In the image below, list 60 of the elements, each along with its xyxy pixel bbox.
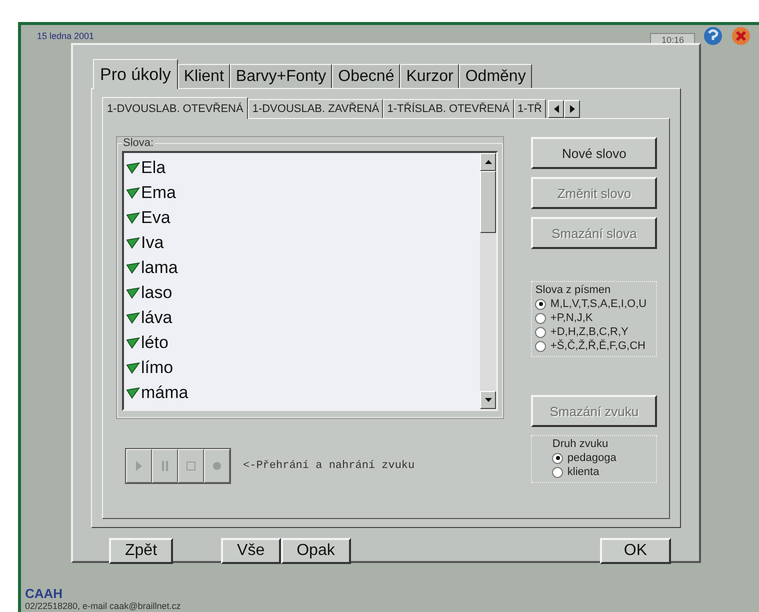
tab[interactable]: 1-TŘÍSLAB. OTEVŘENÁ xyxy=(383,99,514,118)
record-icon xyxy=(212,461,222,471)
back-button[interactable]: Zpět xyxy=(109,538,174,564)
all-button[interactable]: Vše xyxy=(221,538,281,564)
group-label: Slova z písmen xyxy=(535,284,612,296)
contact-text: 02/22518280, e-mail caak@braillnet.cz xyxy=(25,601,182,611)
radio-option[interactable]: +P,N,J,K xyxy=(535,312,653,324)
ok-button[interactable]: OK xyxy=(600,538,671,564)
tab[interactable]: Pro úkoly xyxy=(93,59,178,89)
down-arrow-icon xyxy=(484,398,492,402)
tab[interactable]: Barvy+Fonty xyxy=(230,64,332,88)
radio-option[interactable]: klienta xyxy=(552,466,653,478)
radio-option[interactable]: +Š,Č,Ž,Ř,Ě,F,G,CH xyxy=(535,340,653,352)
tab[interactable]: Obecné xyxy=(332,64,400,88)
radio-option[interactable]: pedagoga xyxy=(552,452,653,464)
word-item[interactable]: láva xyxy=(141,308,172,328)
radio-button[interactable] xyxy=(552,452,564,464)
radio-button[interactable] xyxy=(535,298,546,310)
tab[interactable]: Klient xyxy=(178,64,230,88)
word-item[interactable]: léto xyxy=(141,332,168,352)
brand-text: CAAH xyxy=(25,586,64,601)
pause-icon xyxy=(161,461,169,471)
word-item[interactable]: máma xyxy=(141,382,188,402)
word-button[interactable]: Nové slovo xyxy=(531,137,657,169)
group-label: Slova: xyxy=(122,137,155,149)
tab[interactable]: Kurzor xyxy=(400,64,460,88)
right-arrow-icon xyxy=(570,105,574,113)
tab[interactable]: 1-DVOUSLAB. OTEVŘENÁ xyxy=(102,97,248,119)
word-item[interactable]: Iva xyxy=(141,232,164,252)
word-item[interactable]: límo xyxy=(141,358,174,378)
help-icon[interactable] xyxy=(703,26,723,46)
word-item[interactable]: laso xyxy=(141,282,172,302)
media-label: <-Přehrání a nahrání zvuku xyxy=(243,460,415,472)
tab[interactable]: 1-TŘ xyxy=(514,99,546,118)
scroll-up-button[interactable] xyxy=(480,153,496,171)
scrollbar[interactable] xyxy=(480,153,496,409)
radio-option[interactable]: M,L,V,T,S,A,E,I,O,U xyxy=(535,298,653,310)
left-arrow-icon xyxy=(554,105,558,113)
scrollbar-thumb[interactable] xyxy=(480,171,496,233)
word-item[interactable]: Eva xyxy=(141,208,170,228)
tab[interactable]: Odměny xyxy=(459,64,532,88)
word-item[interactable]: Ema xyxy=(141,182,176,202)
play-icon xyxy=(135,461,143,471)
group-label: Druh zvuku xyxy=(552,438,610,450)
word-item[interactable]: lama xyxy=(141,258,178,278)
radio-button[interactable] xyxy=(535,326,546,338)
word-item[interactable]: Ela xyxy=(141,158,166,178)
close-icon[interactable] xyxy=(731,26,751,46)
radio-button[interactable] xyxy=(535,312,546,324)
date-text: 15 ledna 2001 xyxy=(37,31,96,41)
radio-button[interactable] xyxy=(552,466,564,478)
radio-option[interactable]: +D,H,Z,B,C,R,Y xyxy=(535,326,653,338)
scroll-down-button[interactable] xyxy=(480,391,496,409)
scroll-right-button[interactable] xyxy=(564,100,580,118)
repeat-button[interactable]: Opak xyxy=(280,538,351,564)
up-arrow-icon xyxy=(484,160,492,164)
stop-icon xyxy=(186,461,196,471)
radio-button[interactable] xyxy=(535,340,546,352)
scroll-left-button[interactable] xyxy=(548,100,564,118)
tab[interactable]: 1-DVOUSLAB. ZAVŘENÁ xyxy=(248,99,384,118)
